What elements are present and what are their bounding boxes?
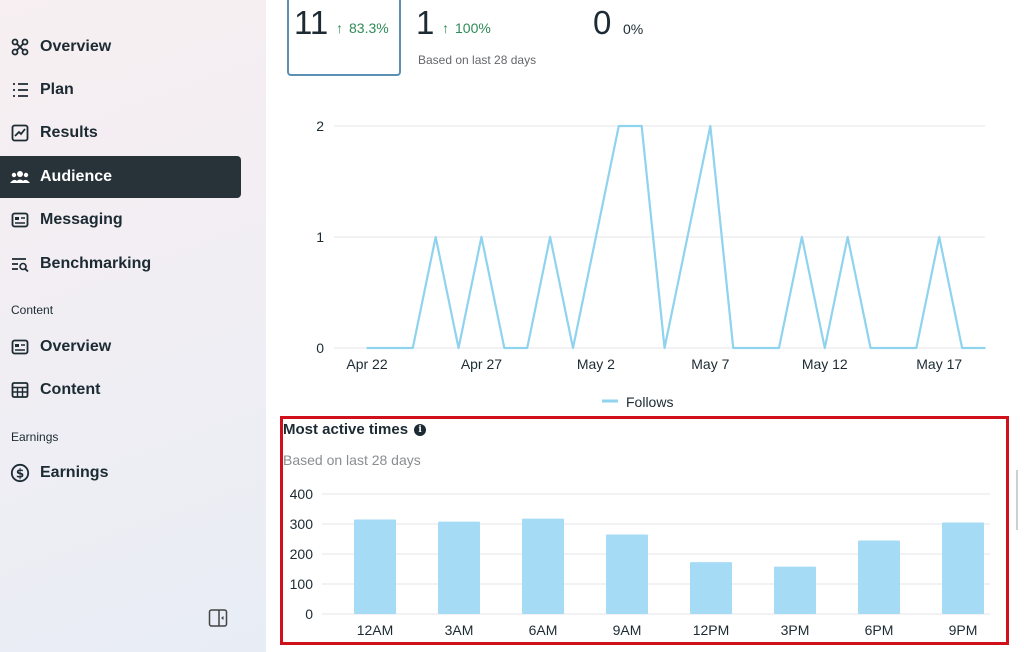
- bar-3am: [438, 521, 480, 614]
- data-point: [480, 236, 483, 238]
- x-tick-label: 3PM: [781, 622, 810, 638]
- y-tick-label: 0: [305, 606, 313, 622]
- bar-6pm: [858, 540, 900, 614]
- scrollbar[interactable]: [1016, 470, 1018, 530]
- bar-12am: [354, 519, 396, 614]
- x-tick-label: 9AM: [613, 622, 642, 638]
- data-point: [961, 347, 963, 349]
- x-tick-label: May 2: [577, 356, 615, 372]
- y-tick-label: 200: [290, 546, 314, 562]
- x-tick-label: May 12: [802, 356, 848, 372]
- data-point: [640, 125, 643, 127]
- data-point: [663, 347, 666, 349]
- charts-canvas: 0 1 2 Apr 22 Apr 27 May 2 May 7 May 12 May 17 Fol…: [290, 118, 990, 638]
- y-tick-label: 2: [316, 118, 324, 134]
- data-point: [984, 347, 986, 349]
- x-tick-label: 9PM: [949, 622, 978, 638]
- data-point: [434, 236, 437, 238]
- data-point: [366, 347, 368, 349]
- data-point: [892, 347, 895, 349]
- data-point: [755, 347, 757, 349]
- data-point: [823, 347, 826, 349]
- x-tick-label: May 17: [916, 356, 962, 372]
- data-point: [617, 125, 620, 127]
- most-active-title: Most active times i: [283, 421, 427, 438]
- bar-3pm: [774, 566, 816, 614]
- most-active-subtitle: Based on last 28 days: [283, 452, 421, 468]
- bar-12pm: [690, 562, 732, 614]
- legend-label: Follows: [626, 394, 673, 410]
- data-point: [686, 236, 689, 238]
- bar-9pm: [942, 522, 984, 614]
- bar-6am: [522, 518, 564, 614]
- data-point: [846, 236, 849, 238]
- x-tick-label: May 7: [691, 356, 729, 372]
- x-tick-label: 12PM: [693, 622, 730, 638]
- info-icon[interactable]: i: [414, 423, 427, 436]
- data-point: [389, 347, 391, 349]
- data-point: [411, 347, 414, 349]
- data-point: [801, 236, 803, 238]
- data-point: [778, 347, 780, 349]
- data-point: [709, 125, 712, 127]
- x-tick-label: 6PM: [865, 622, 894, 638]
- data-point: [549, 236, 551, 238]
- x-tick-label: Apr 27: [461, 356, 502, 372]
- data-point: [869, 347, 872, 349]
- x-tick-label: Apr 22: [346, 356, 387, 372]
- y-tick-label: 0: [316, 340, 324, 356]
- y-tick-label: 1: [316, 229, 324, 245]
- y-tick-label: 400: [290, 486, 314, 502]
- bar-9am: [606, 534, 648, 614]
- data-point: [915, 347, 918, 349]
- data-point: [503, 347, 506, 349]
- y-tick-label: 100: [290, 576, 314, 592]
- data-point: [526, 347, 529, 349]
- x-tick-label: 3AM: [445, 622, 474, 638]
- y-tick-label: 300: [290, 516, 314, 532]
- x-tick-label: 12AM: [357, 622, 394, 638]
- data-point: [595, 236, 597, 238]
- data-point: [938, 236, 941, 238]
- x-tick-label: 6AM: [529, 622, 558, 638]
- data-point: [732, 347, 735, 349]
- data-point: [457, 347, 460, 349]
- data-point: [572, 347, 574, 349]
